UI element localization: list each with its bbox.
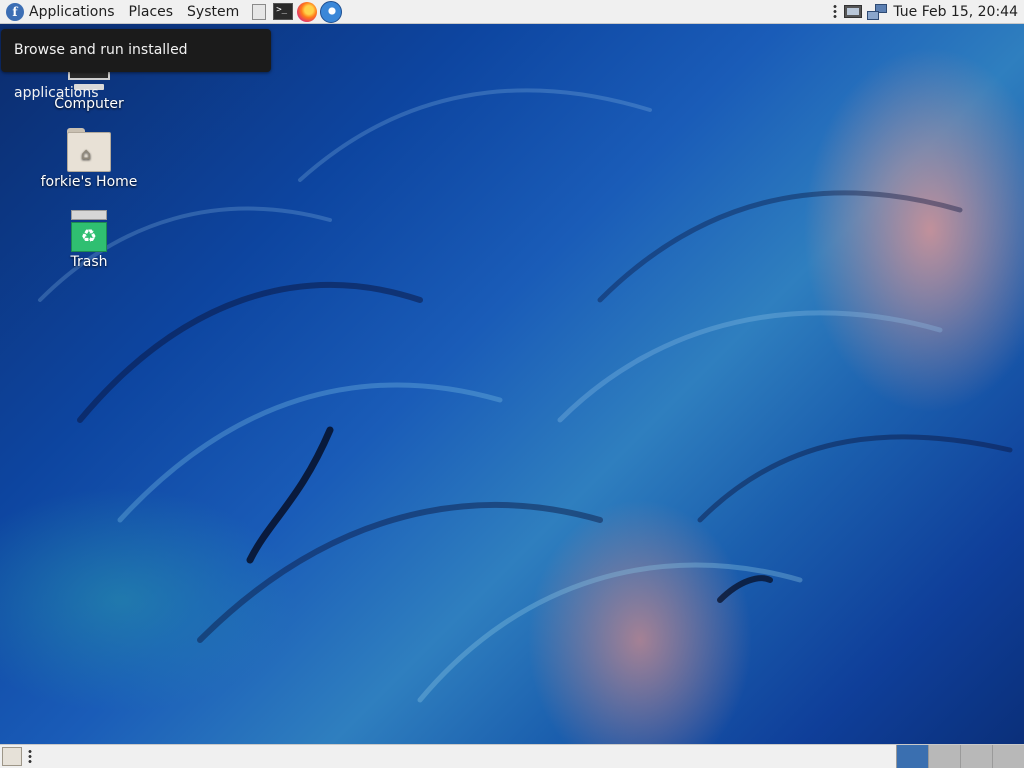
places-menu[interactable]: Places [123, 0, 182, 24]
terminal-launcher[interactable]: >_ [272, 1, 294, 23]
network-tray-button[interactable] [867, 2, 888, 22]
places-menu-label: Places [128, 3, 174, 20]
system-menu-label: System [187, 3, 240, 20]
file-manager-icon [252, 3, 267, 20]
workspace-switcher [896, 745, 1024, 769]
system-menu[interactable]: System [181, 0, 247, 24]
workspace-4[interactable] [992, 745, 1024, 768]
tray-drag-handle[interactable] [833, 3, 838, 20]
network-icon [867, 3, 888, 20]
applications-tooltip: Browse and run installed applications [1, 29, 271, 101]
top-panel: f Applications Places System >_ Tue Feb … [0, 0, 1024, 24]
applications-menu-label: Applications [29, 3, 115, 20]
workspace-3[interactable] [960, 745, 992, 768]
trash-icon: ♻ [71, 210, 107, 252]
thunderbird-icon [320, 0, 343, 23]
workspace-1[interactable] [896, 745, 928, 768]
show-desktop-button[interactable] [2, 747, 22, 766]
fedora-logo-icon: f [6, 2, 24, 21]
clock[interactable]: Tue Feb 15, 20:44 [889, 4, 1024, 20]
desktop-icon-label: Trash [70, 254, 108, 270]
workspace-2[interactable] [928, 745, 960, 768]
firefox-launcher[interactable] [296, 1, 318, 23]
desktop-wallpaper [0, 0, 1024, 768]
home-folder-icon: ⌂ [67, 128, 111, 172]
desktop-icon-label: forkie's Home [40, 174, 138, 190]
bottom-panel-drag-handle[interactable] [28, 749, 32, 765]
display-icon [844, 5, 863, 18]
firefox-icon [297, 1, 318, 22]
terminal-icon: >_ [273, 3, 294, 20]
file-manager-launcher[interactable] [248, 1, 270, 23]
wallpaper-swirl-pattern [38, 88, 1013, 703]
display-tray-button[interactable] [843, 2, 863, 22]
bottom-panel [0, 744, 1024, 768]
desktop-icon-home[interactable]: ⌂ forkie's Home [34, 128, 144, 190]
applications-menu[interactable]: f Applications [0, 0, 123, 24]
desktop-icon-trash[interactable]: ♻ Trash [34, 210, 144, 270]
thunderbird-launcher[interactable] [320, 0, 343, 23]
